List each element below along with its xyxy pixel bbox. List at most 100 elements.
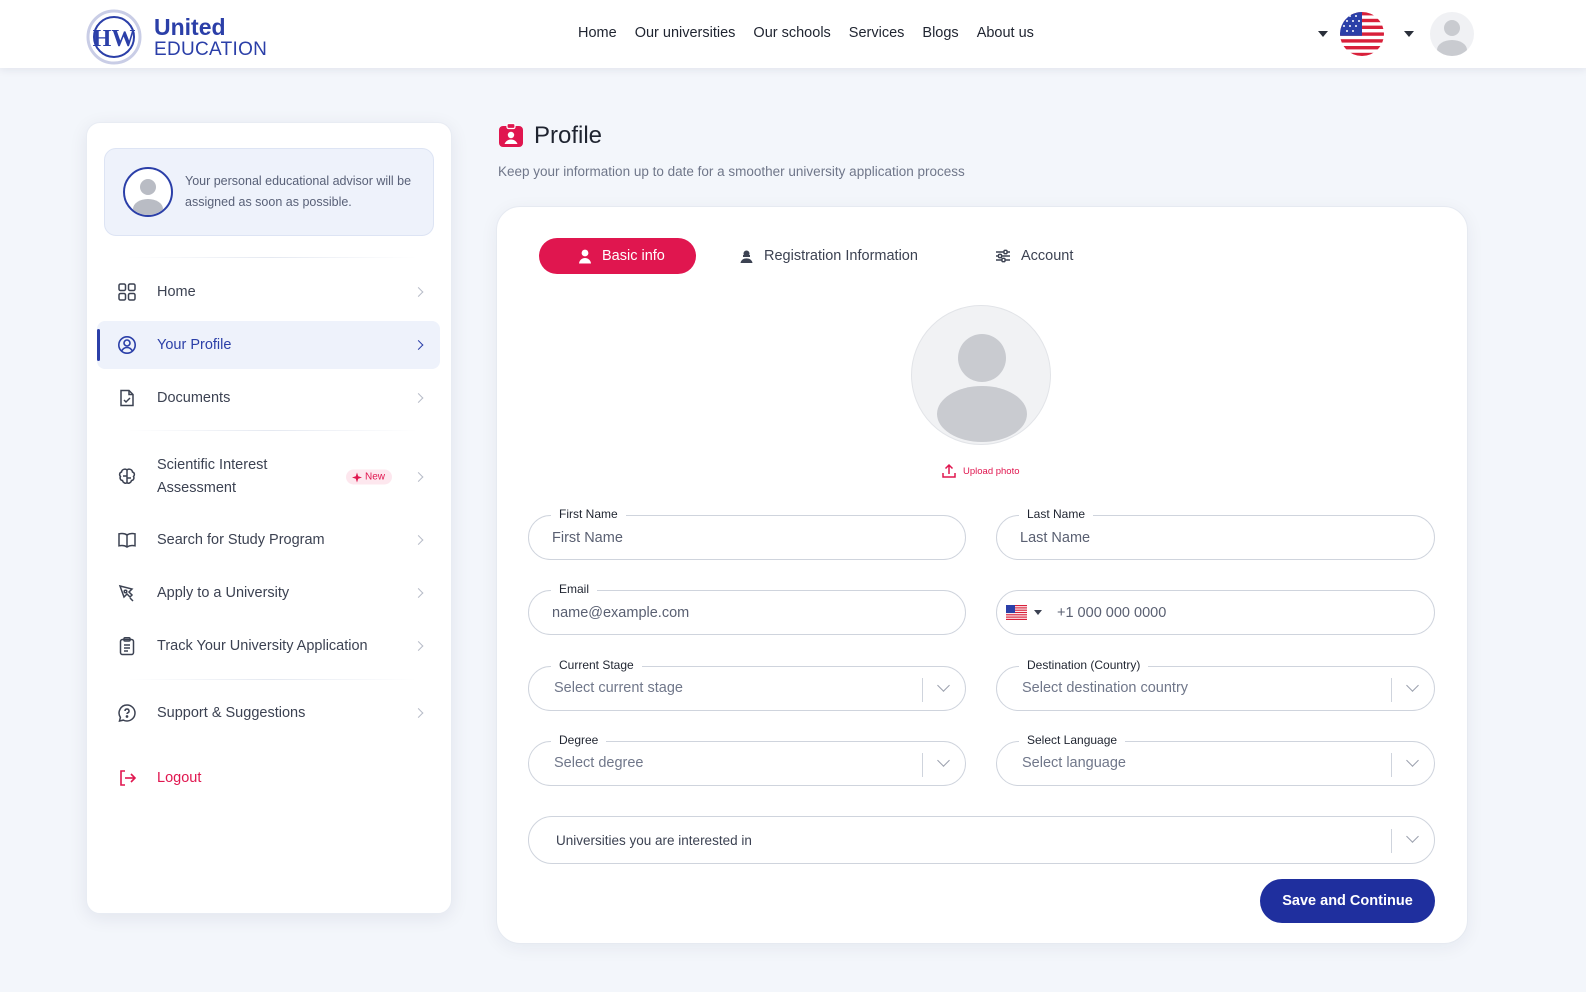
chevron-down-icon[interactable] xyxy=(937,679,950,692)
current-stage-placeholder: Select current stage xyxy=(554,680,683,696)
nav-our-universities[interactable]: Our universities xyxy=(635,25,736,41)
email-input[interactable] xyxy=(552,591,942,634)
tab-label: Account xyxy=(1021,248,1074,264)
upload-photo-button[interactable]: Upload photo xyxy=(941,463,1020,479)
sidebar-item-label: Your Profile xyxy=(157,336,232,353)
tab-label: Basic info xyxy=(602,248,665,264)
advisor-message: Your personal educational advisor will b… xyxy=(185,174,412,209)
profile-photo-placeholder[interactable] xyxy=(911,305,1051,445)
brand-name: United xyxy=(154,13,226,40)
us-flag-icon[interactable] xyxy=(1340,12,1384,56)
document-check-icon xyxy=(120,389,134,407)
chevron-down-icon[interactable] xyxy=(1406,754,1419,767)
degree-placeholder: Select degree xyxy=(554,755,644,771)
sidebar-item-label: Search for Study Program xyxy=(157,531,325,548)
last-name-input[interactable] xyxy=(1020,516,1411,559)
us-flag-icon[interactable] xyxy=(1006,605,1027,620)
nav-home[interactable]: Home xyxy=(578,25,617,41)
language-select[interactable]: Select Language Select language xyxy=(996,733,1435,786)
current-stage-select[interactable]: Current Stage Select current stage xyxy=(528,658,966,711)
tab-registration-information[interactable]: Registration Information xyxy=(739,238,918,274)
phone-input[interactable] xyxy=(1057,591,1417,634)
select-separator xyxy=(1391,753,1392,777)
chevron-down-icon[interactable] xyxy=(937,754,950,767)
sparkle-icon xyxy=(351,472,362,482)
sidebar-divider xyxy=(127,679,417,680)
main-nav: Home Our universities Our schools Servic… xyxy=(578,25,1034,41)
chevron-down-icon[interactable] xyxy=(1406,830,1419,843)
degree-select[interactable]: Degree Select degree xyxy=(528,733,966,786)
nav-services[interactable]: Services xyxy=(849,25,905,41)
sidebar-item-label: Documents xyxy=(157,389,231,406)
tab-label: Registration Information xyxy=(764,248,918,264)
upload-icon xyxy=(942,463,956,478)
advisor-card: Your personal educational advisor will b… xyxy=(104,148,434,236)
country-code-caret-icon[interactable] xyxy=(1034,610,1042,615)
nav-blogs[interactable]: Blogs xyxy=(922,25,958,41)
brand-logo[interactable]: HW United EDUCATION xyxy=(86,9,267,65)
brand-mark-icon: HW xyxy=(86,9,142,65)
sidebar-item-track-application[interactable]: Track Your University Application xyxy=(97,622,440,670)
grid-icon xyxy=(118,283,136,301)
avatar-placeholder-icon xyxy=(937,334,1027,442)
select-separator xyxy=(1391,829,1392,853)
sidebar-item-label: Home xyxy=(157,283,196,300)
sidebar-divider xyxy=(127,430,417,431)
user-icon xyxy=(579,249,591,263)
top-navbar: HW United EDUCATION Home Our universitie… xyxy=(0,0,1586,68)
sidebar-item-label: Logout xyxy=(157,769,202,786)
brand-subname: EDUCATION xyxy=(154,38,268,60)
clipboard-icon xyxy=(119,637,135,656)
profile-form-card: Basic info Registration Information Acco… xyxy=(496,206,1468,944)
select-separator xyxy=(1391,678,1392,702)
nav-our-schools[interactable]: Our schools xyxy=(753,25,830,41)
top-right-controls xyxy=(1312,12,1474,56)
chevron-right-icon xyxy=(413,287,424,297)
destination-country-placeholder: Select destination country xyxy=(1022,680,1189,696)
chevron-right-icon xyxy=(413,472,424,482)
language-placeholder: Select language xyxy=(1022,755,1126,771)
chevron-down-icon[interactable] xyxy=(1406,679,1419,692)
chevron-right-icon xyxy=(413,588,424,598)
page-header: Profile Keep your information up to date… xyxy=(498,122,965,179)
sliders-icon xyxy=(996,249,1010,263)
first-name-input[interactable] xyxy=(552,516,942,559)
tab-account[interactable]: Account xyxy=(995,238,1073,274)
sidebar-item-home[interactable]: Home xyxy=(97,268,440,316)
badge-label: New xyxy=(364,471,385,483)
logout-icon xyxy=(120,770,137,786)
sidebar-item-search-study-program[interactable]: Search for Study Program xyxy=(97,516,440,564)
chevron-right-icon xyxy=(413,641,424,651)
sidebar-item-your-profile[interactable]: Your Profile xyxy=(97,321,440,369)
universities-placeholder: Universities you are interested in xyxy=(556,833,752,848)
sidebar-item-label: Support & Suggestions xyxy=(157,704,306,721)
page-subtitle: Keep your information up to date for a s… xyxy=(498,164,965,179)
destination-country-label: Destination (Country) xyxy=(1019,658,1149,672)
sidebar: Your personal educational advisor will b… xyxy=(86,122,452,914)
chevron-right-icon xyxy=(413,535,424,545)
degree-label: Degree xyxy=(551,733,607,747)
language-label: Select Language xyxy=(1019,733,1126,747)
select-separator xyxy=(922,678,923,702)
sidebar-item-scientific-interest[interactable]: Scientific Interest Assessment New xyxy=(97,443,440,511)
sidebar-item-documents[interactable]: Documents xyxy=(97,374,440,422)
save-and-continue-button[interactable]: Save and Continue xyxy=(1260,879,1435,923)
profile-badge-icon xyxy=(499,123,523,147)
account-caret-icon[interactable] xyxy=(1404,31,1414,37)
universities-select[interactable]: Universities you are interested in xyxy=(528,816,1435,864)
user-avatar-icon[interactable] xyxy=(1430,12,1474,56)
sidebar-item-logout[interactable]: Logout xyxy=(97,754,440,802)
nav-about-us[interactable]: About us xyxy=(977,25,1034,41)
language-caret-icon[interactable] xyxy=(1318,31,1328,37)
first-name-field: First Name xyxy=(528,507,966,560)
new-badge: New xyxy=(345,469,392,485)
current-stage-label: Current Stage xyxy=(551,658,642,672)
destination-country-select[interactable]: Destination (Country) Select destination… xyxy=(996,658,1435,711)
page-title: Profile xyxy=(534,122,603,149)
sidebar-divider xyxy=(127,257,417,258)
sidebar-item-apply-university[interactable]: Apply to a University xyxy=(97,569,440,617)
user-circle-icon xyxy=(118,336,136,354)
tab-basic-info[interactable]: Basic info xyxy=(539,238,696,274)
chevron-right-icon xyxy=(413,340,424,350)
sidebar-item-support[interactable]: Support & Suggestions xyxy=(97,689,440,737)
